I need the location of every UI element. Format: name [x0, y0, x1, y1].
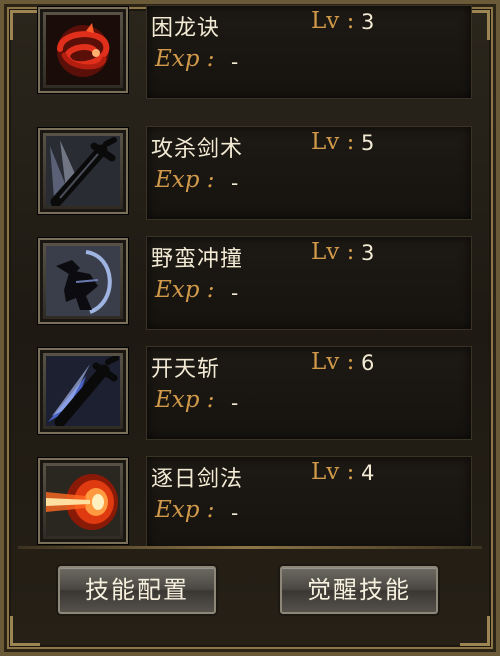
level-label: Lv : [311, 239, 355, 265]
skill-name: 困龙诀 [151, 16, 221, 41]
skill-name: 野蛮冲撞 [151, 247, 244, 272]
exp-label: Exp : [155, 497, 215, 523]
level-label: Lv : [311, 459, 355, 485]
exp-label: Exp : [155, 277, 215, 303]
level-value: 3 [361, 10, 375, 34]
frame-corner-ornament [460, 616, 490, 646]
level-value: 3 [361, 241, 375, 265]
level-value: 5 [361, 131, 375, 155]
skill-info-panel: 野蛮冲撞 Lv : 3 Exp : - [146, 236, 472, 330]
exp-label: Exp : [155, 387, 215, 413]
exp-value: - [231, 391, 239, 415]
level-label: Lv : [311, 8, 355, 34]
exp-label: Exp : [155, 46, 215, 72]
skill-row[interactable]: 开天斩 Lv : 6 Exp : - [22, 344, 480, 444]
awaken-skill-button[interactable]: 觉醒技能 [280, 566, 438, 614]
skill-icon-slot[interactable] [38, 238, 128, 324]
skill-icon-slot[interactable] [38, 348, 128, 434]
skill-row[interactable]: 攻杀剑术 Lv : 5 Exp : - [22, 124, 480, 224]
skill-row[interactable]: 逐日剑法 Lv : 4 Exp : - [22, 454, 480, 546]
sword-strike-icon [46, 136, 120, 206]
exp-value: - [231, 281, 239, 305]
skill-info-panel: 攻杀剑术 Lv : 5 Exp : - [146, 126, 472, 220]
skill-list[interactable]: 困龙诀 Lv : 3 Exp : - 攻杀剑术 Lv: 5 Exp: - 野… [22, 0, 480, 546]
level-value: 4 [361, 461, 375, 485]
level-label: Lv : [311, 129, 355, 155]
skill-icon-slot[interactable] [38, 7, 128, 93]
exp-value: - [231, 171, 239, 195]
level-label: Lv : [311, 349, 355, 375]
red-dragon-icon [46, 15, 120, 85]
frame-corner-ornament [10, 616, 40, 646]
skill-row[interactable]: 野蛮冲撞 Lv : 3 Exp : - [22, 234, 480, 334]
skill-row[interactable]: 困龙诀 Lv : 3 Exp : - [22, 3, 480, 103]
skill-icon-slot[interactable] [38, 458, 128, 544]
skill-name: 逐日剑法 [151, 467, 244, 492]
level-value: 6 [361, 351, 375, 375]
skill-config-button[interactable]: 技能配置 [58, 566, 216, 614]
fire-wave-icon [46, 466, 120, 536]
panel-divider [18, 546, 482, 549]
skill-info-panel: 困龙诀 Lv : 3 Exp : - [146, 5, 472, 99]
exp-value: - [231, 50, 239, 74]
charging-warrior-icon [46, 246, 120, 316]
exp-value: - [231, 501, 239, 525]
blue-slash-sword-icon [46, 356, 120, 426]
exp-label: Exp : [155, 167, 215, 193]
skill-info-panel: 开天斩 Lv : 6 Exp : - [146, 346, 472, 440]
skill-icon-slot[interactable] [38, 128, 128, 214]
skill-name: 攻杀剑术 [151, 137, 244, 162]
skill-name: 开天斩 [151, 357, 221, 382]
skill-info-panel: 逐日剑法 Lv : 4 Exp : - [146, 456, 472, 546]
